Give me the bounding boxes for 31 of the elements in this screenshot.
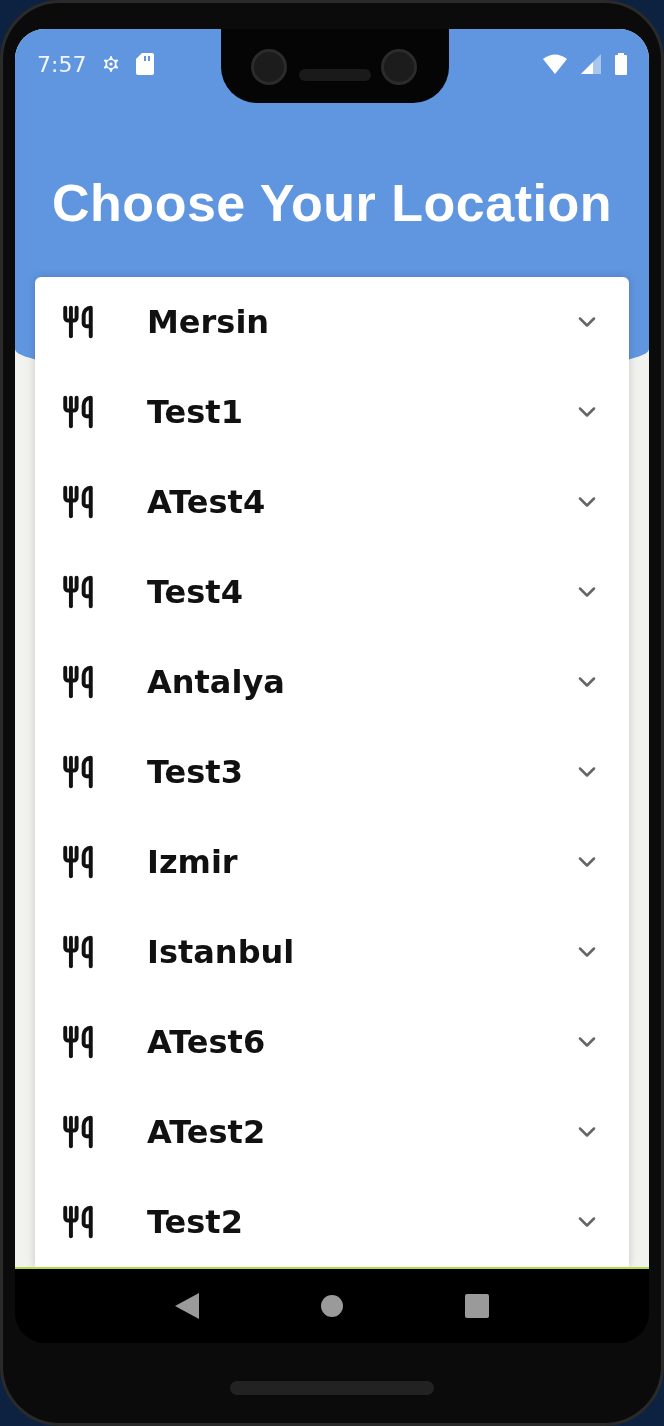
fork-knife-icon: [61, 305, 95, 339]
location-item[interactable]: Test3: [147, 753, 573, 791]
battery-icon: [615, 53, 627, 75]
fork-knife-icon: [61, 1205, 95, 1239]
page-title: Choose Your Location: [51, 173, 613, 233]
fork-knife-icon: [61, 575, 95, 609]
location-item[interactable]: Mersin: [147, 303, 573, 341]
location-item[interactable]: ATest4: [147, 483, 573, 521]
fork-knife-icon: [61, 845, 95, 879]
fork-knife-icon: [61, 1115, 95, 1149]
location-item[interactable]: ATest2: [147, 1113, 573, 1151]
sd-card-icon: [136, 53, 155, 75]
fork-knife-icon: [61, 395, 95, 429]
fork-knife-icon: [61, 1025, 95, 1059]
fork-knife-icon: [61, 665, 95, 699]
recents-icon[interactable]: [464, 1294, 489, 1318]
wifi-icon: [543, 54, 567, 74]
fork-knife-icon: [61, 755, 95, 789]
location-item[interactable]: Test2: [147, 1203, 573, 1241]
location-item[interactable]: Test1: [147, 393, 573, 431]
location-item[interactable]: Izmir: [147, 843, 573, 881]
location-item[interactable]: Test4: [147, 573, 573, 611]
signal-icon: [581, 54, 601, 74]
home-icon[interactable]: [320, 1294, 344, 1318]
location-item[interactable]: ATest6: [147, 1023, 573, 1061]
back-icon[interactable]: [175, 1293, 200, 1319]
status-time: 7:57: [37, 51, 87, 77]
location-item[interactable]: Istanbul: [147, 933, 573, 971]
fork-knife-icon: [61, 935, 95, 969]
location-item[interactable]: Antalya: [147, 663, 573, 701]
fork-knife-icon: [61, 485, 95, 519]
